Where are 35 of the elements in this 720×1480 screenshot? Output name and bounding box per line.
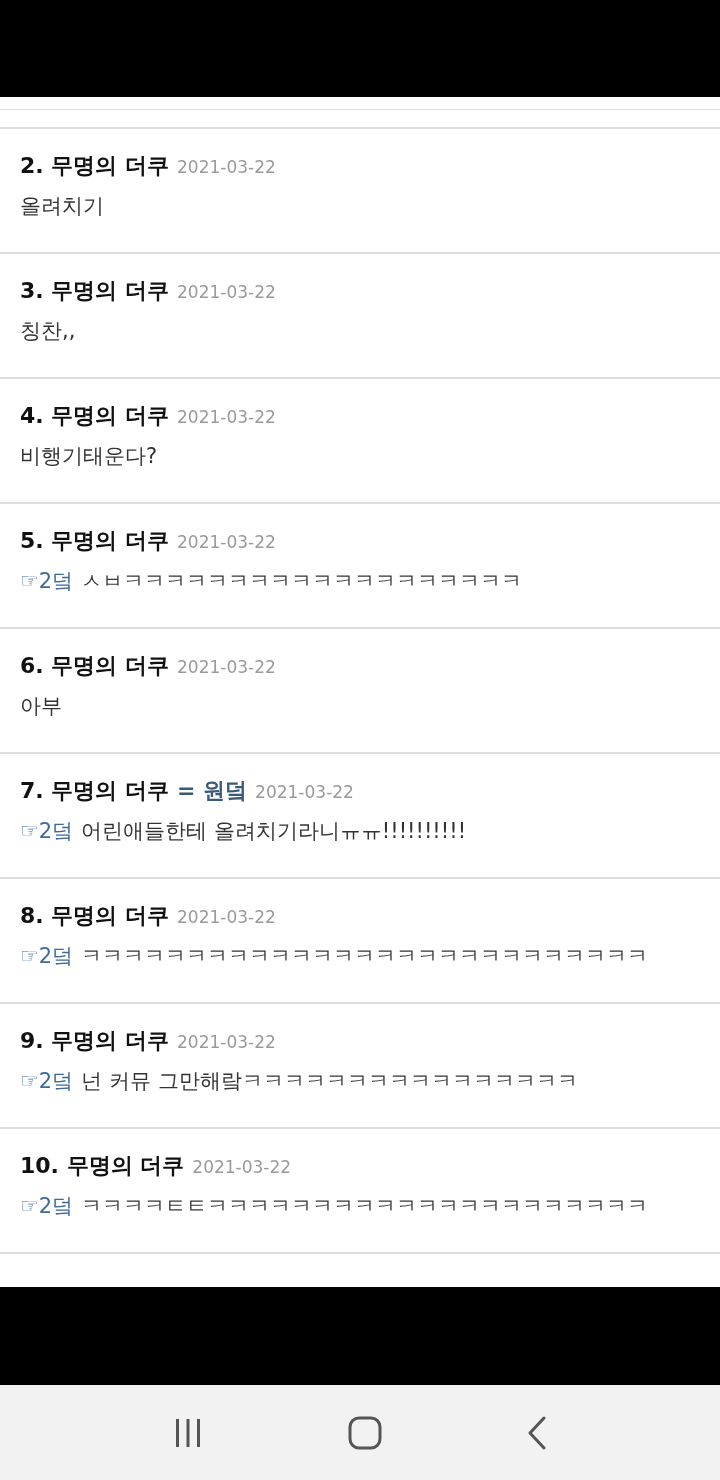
reply-link[interactable]: ☞2덬 — [20, 819, 74, 843]
comment-text: 아부 — [20, 693, 63, 720]
comment-date: 2021-03-22 — [177, 906, 276, 929]
comment-text: 올려치기 — [20, 193, 105, 220]
back-icon[interactable] — [527, 1415, 548, 1450]
comment-date: 2021-03-22 — [177, 281, 276, 304]
author-tag: = 원덬 — [177, 776, 248, 806]
reply-link[interactable]: ☞2덬 — [20, 569, 74, 593]
reply-link[interactable]: ☞2덬 — [20, 1069, 74, 1093]
comment-author: 4. 무명의 더쿠 — [20, 402, 169, 430]
comment-text: ☞2덬 넌 커뮤 그만해랔ㅋㅋㅋㅋㅋㅋㅋㅋㅋㅋㅋㅋㅋㅋㅋㅋ — [20, 1068, 579, 1095]
comment-text: ☞2덬 어린애들한테 올려치기라니ㅠㅠ!!!!!!!!!! — [20, 818, 468, 845]
comment-date: 2021-03-22 — [177, 531, 276, 554]
reply-link[interactable]: ☞2덬 — [20, 1194, 74, 1218]
comment-date: 2021-03-22 — [177, 156, 276, 179]
comment-author: 3. 무명의 더쿠 — [20, 277, 169, 305]
reply-link[interactable]: ☞2덬 — [20, 944, 74, 968]
home-icon[interactable] — [348, 1415, 382, 1450]
comment-author: 10. 무명의 더쿠 — [20, 1152, 185, 1180]
comment-text: 칭찬,, — [20, 318, 77, 345]
comment-author: 6. 무명의 더쿠 — [20, 652, 169, 680]
comment-date: 2021-03-22 — [192, 1156, 292, 1179]
comment-author: 2. 무명의 더쿠 — [20, 152, 169, 180]
comment-author: 5. 무명의 더쿠 — [20, 527, 169, 555]
comment-text: ☞2덬 ㅋㅋㅋㅋㅋㅋㅋㅋㅋㅋㅋㅋㅋㅋㅋㅋㅋㅋㅋㅋㅋㅋㅋㅋㅋㅋㅋ — [20, 943, 650, 970]
comment-text: ☞2덬 ㅅㅂㅋㅋㅋㅋㅋㅋㅋㅋㅋㅋㅋㅋㅋㅋㅋㅋㅋㅋㅋ — [20, 568, 524, 595]
comment-text: ☞2덬 ㅋㅋㅋㅋㅌㅌㅋㅋㅋㅋㅋㅋㅋㅋㅋㅋㅋㅋㅋㅋㅋㅋㅋㅋㅋㅋㅋ — [20, 1193, 650, 1220]
comment-date: 2021-03-22 — [177, 1031, 276, 1054]
comment-date: 2021-03-22 — [255, 781, 354, 804]
comment-author: 9. 무명의 더쿠 — [20, 1027, 169, 1055]
comment-text: 비행기태운다? — [20, 443, 159, 470]
comment-author: 8. 무명의 더쿠 — [20, 902, 169, 930]
comment-author: 7. 무명의 더쿠 — [20, 777, 169, 805]
comment-date: 2021-03-22 — [177, 406, 276, 429]
comment-date: 2021-03-22 — [177, 656, 276, 679]
